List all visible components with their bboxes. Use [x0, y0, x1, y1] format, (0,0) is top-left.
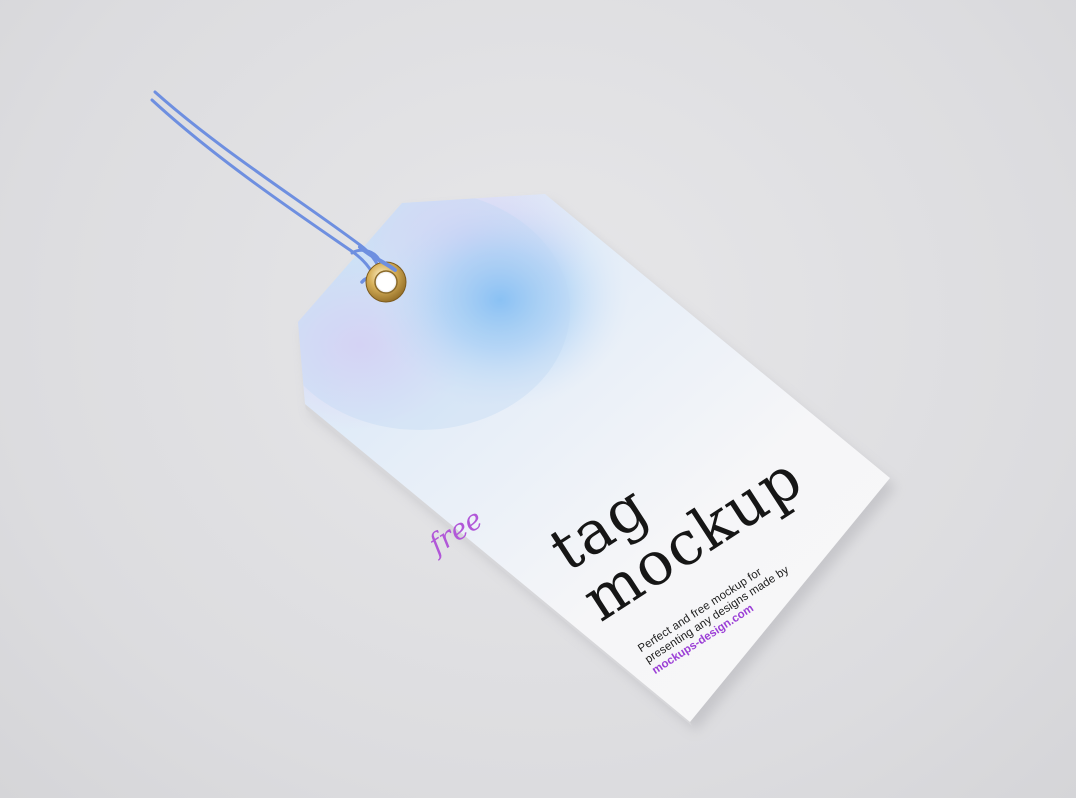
tag-text-layer: free tag mockup Perfect and free mockup … — [0, 0, 1076, 798]
free-script-label: free — [422, 502, 489, 561]
